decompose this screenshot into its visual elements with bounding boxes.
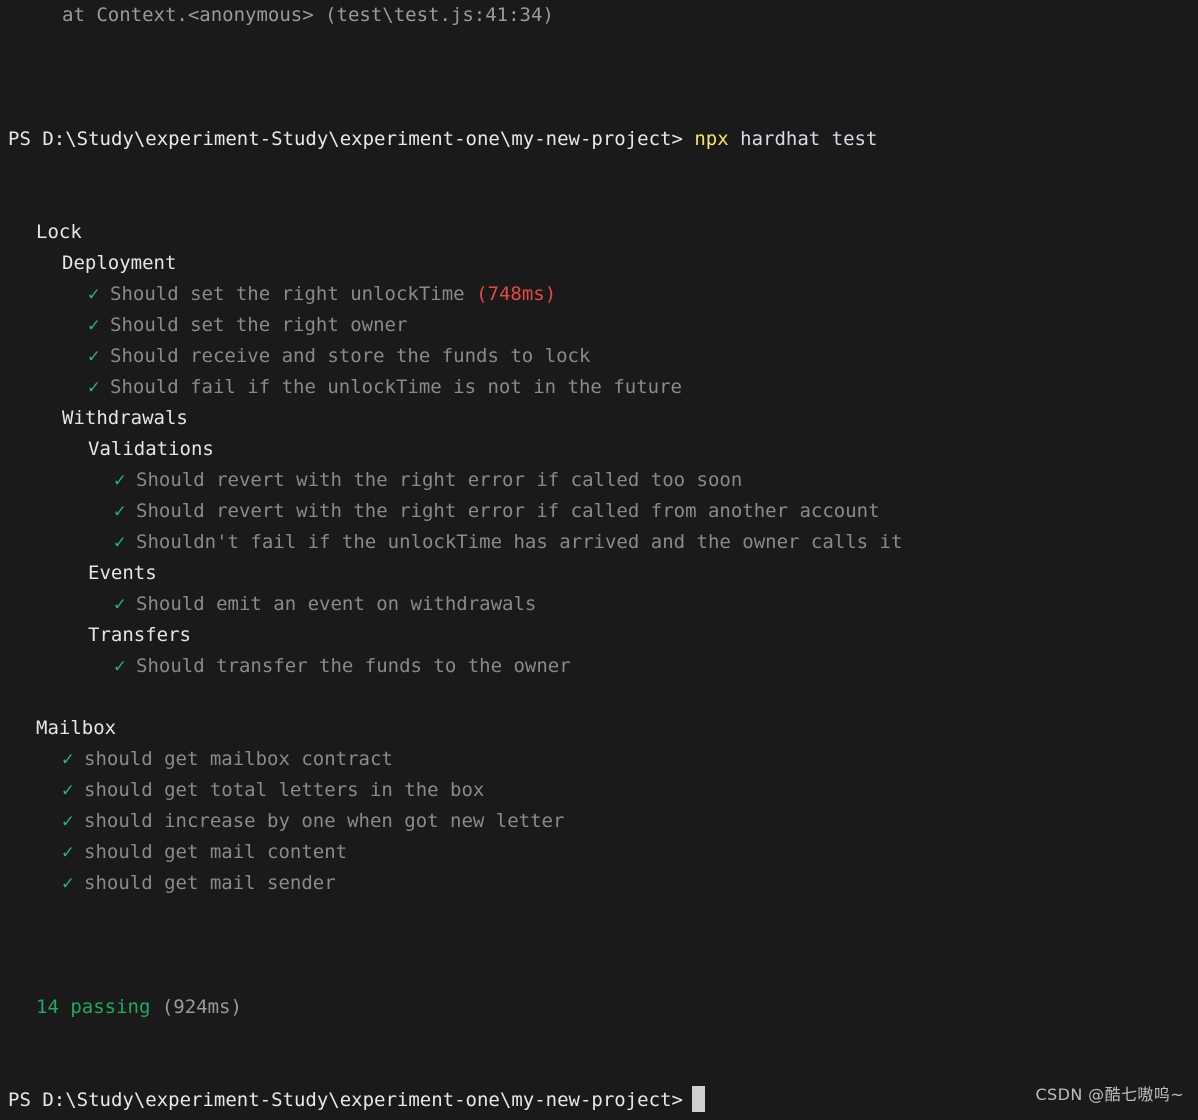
prompt-path: PS D:\Study\experiment-Study\experiment-…: [8, 128, 683, 150]
check-icon: ✓: [62, 779, 74, 801]
test-label: Should receive and store the funds to lo…: [110, 345, 591, 367]
summary-spacer: [150, 996, 161, 1018]
passing-count: 14 passing: [36, 996, 151, 1018]
test-row: ✓ Should emit an event on withdrawals: [0, 589, 1198, 620]
check-icon: ✓: [114, 500, 126, 522]
command-keyword: [683, 128, 694, 150]
test-label: Should set the right unlockTime: [110, 283, 465, 305]
check-icon: ✓: [62, 872, 74, 894]
group-title-withdrawals: Withdrawals: [62, 407, 188, 429]
test-label: should increase by one when got new lett…: [84, 810, 565, 832]
test-label: Should fail if the unlockTime is not in …: [110, 376, 682, 398]
test-row: ✓ should get total letters in the box: [0, 775, 1198, 806]
test-row: ✓ Should revert with the right error if c…: [0, 465, 1198, 496]
check-icon: ✓: [114, 469, 126, 491]
group-title-deployment: Deployment: [62, 252, 177, 274]
check-icon: ✓: [62, 748, 74, 770]
test-label: Should transfer the funds to the owner: [136, 655, 571, 677]
check-icon: ✓: [114, 655, 126, 677]
command-line[interactable]: PS D:\Study\experiment-Study\experiment-…: [0, 124, 1198, 155]
check-icon: ✓: [88, 345, 100, 367]
test-row: ✓ should get mail content: [0, 837, 1198, 868]
terminal-window[interactable]: at Context.<anonymous> (test\test.js:41:…: [0, 0, 1198, 1120]
test-label: Shouldn't fail if the unlockTime has arr…: [136, 531, 903, 553]
test-label: Should set the right owner: [110, 314, 408, 336]
test-summary: 14 passing (924ms): [0, 992, 1198, 1023]
text-cursor[interactable]: [691, 1086, 705, 1112]
active-prompt-line[interactable]: PS D:\Study\experiment-Study\experiment-…: [0, 1085, 1198, 1116]
check-icon: ✓: [88, 376, 100, 398]
test-spacer: [465, 283, 476, 305]
test-row: ✓ should get mail sender: [0, 868, 1198, 899]
check-icon: ✓: [114, 531, 126, 553]
test-label: should get mail content: [84, 841, 348, 863]
test-row: ✓ Shouldn't fail if the unlockTime has ar…: [0, 527, 1198, 558]
check-icon: ✓: [88, 283, 100, 305]
total-duration: (924ms): [161, 996, 242, 1018]
test-row: ✓ Should transfer the funds to the owner: [0, 651, 1198, 682]
test-row: ✓ Should set the right unlockTime (748ms): [0, 279, 1198, 310]
group-title-validations: Validations: [88, 438, 214, 460]
command-keyword-text: npx: [694, 128, 729, 150]
test-label: should get mailbox contract: [84, 748, 393, 770]
group-title-transfers: Transfers: [88, 624, 191, 646]
suite-title-lock: Lock: [36, 221, 82, 243]
test-duration: (748ms): [476, 283, 557, 305]
check-icon: ✓: [88, 314, 100, 336]
check-icon: ✓: [62, 810, 74, 832]
check-icon: ✓: [114, 593, 126, 615]
test-row: ✓ Should fail if the unlockTime is not in…: [0, 372, 1198, 403]
command-args-space: [729, 128, 740, 150]
csdn-watermark: CSDN @酷七嗷呜~: [1035, 1085, 1184, 1104]
test-row: ✓ should get mailbox contract: [0, 744, 1198, 775]
test-row: ✓ Should set the right owner: [0, 310, 1198, 341]
test-label: Should revert with the right error if ca…: [136, 469, 743, 491]
stack-trace-line: at Context.<anonymous> (test\test.js:41:…: [62, 4, 554, 26]
test-label: Should emit an event on withdrawals: [136, 593, 537, 615]
test-row: ✓ should increase by one when got new let…: [0, 806, 1198, 837]
test-label: should get total letters in the box: [84, 779, 485, 801]
test-row: ✓ Should receive and store the funds to l…: [0, 341, 1198, 372]
test-label: Should revert with the right error if ca…: [136, 500, 880, 522]
prompt-path: PS D:\Study\experiment-Study\experiment-…: [8, 1089, 683, 1111]
suite-title-mailbox: Mailbox: [36, 717, 117, 739]
check-icon: ✓: [62, 841, 74, 863]
test-row: ✓ Should revert with the right error if c…: [0, 496, 1198, 527]
command-args: hardhat test: [740, 128, 878, 150]
test-label: should get mail sender: [84, 872, 336, 894]
group-title-events: Events: [88, 562, 157, 584]
